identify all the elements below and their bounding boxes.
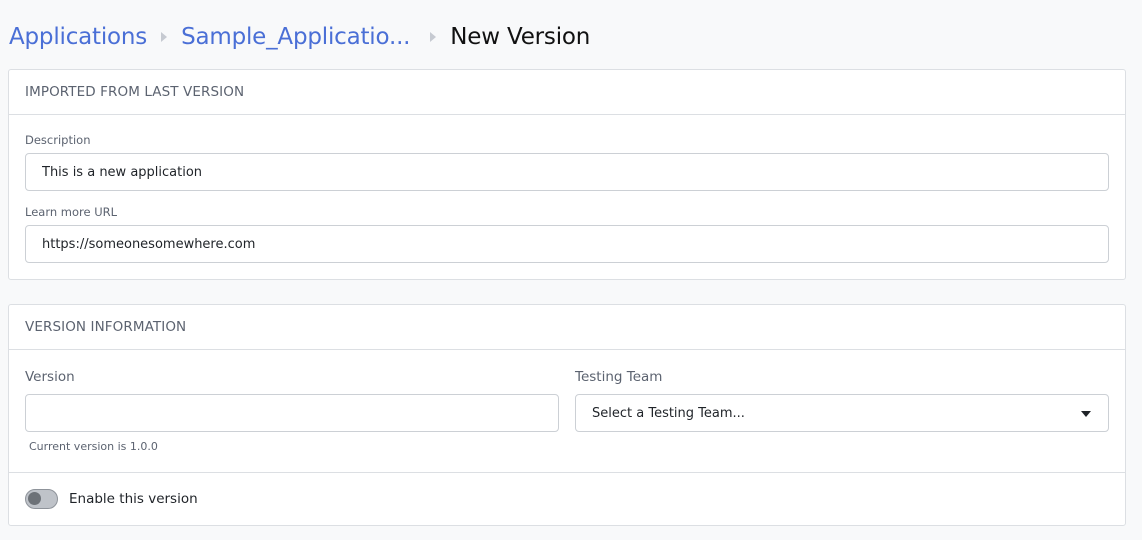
imported-card: IMPORTED FROM LAST VERSION Description L… — [8, 69, 1126, 280]
breadcrumb-applications[interactable]: Applications — [9, 24, 147, 50]
current-version-hint: Current version is 1.0.0 — [29, 440, 158, 453]
learn-more-url-input[interactable] — [25, 225, 1109, 263]
enable-version-label: Enable this version — [69, 491, 198, 507]
enable-version-toggle[interactable] — [25, 489, 58, 509]
version-input[interactable] — [25, 394, 559, 432]
new-version-page: Applications Sample_Applicatio... New Ve… — [0, 0, 1142, 540]
breadcrumb: Applications Sample_Applicatio... New Ve… — [9, 18, 590, 56]
description-input[interactable] — [25, 153, 1109, 191]
testing-team-label: Testing Team — [575, 369, 663, 385]
chevron-right-icon — [430, 32, 437, 42]
chevron-right-icon — [161, 32, 168, 42]
page-title: New Version — [450, 24, 591, 50]
description-label: Description — [25, 133, 91, 147]
breadcrumb-application[interactable]: Sample_Applicatio... — [181, 24, 410, 50]
version-card-header: VERSION INFORMATION — [9, 305, 1125, 350]
section-divider — [9, 472, 1125, 473]
toggle-knob — [28, 492, 41, 505]
learn-more-url-label: Learn more URL — [25, 205, 118, 219]
imported-card-header: IMPORTED FROM LAST VERSION — [9, 70, 1125, 115]
testing-team-select[interactable]: Select a Testing Team... — [575, 394, 1109, 432]
caret-down-icon — [1081, 411, 1091, 417]
version-card: VERSION INFORMATION Version Current vers… — [8, 304, 1126, 526]
version-label: Version — [25, 369, 75, 385]
testing-team-selected: Select a Testing Team... — [592, 405, 745, 421]
